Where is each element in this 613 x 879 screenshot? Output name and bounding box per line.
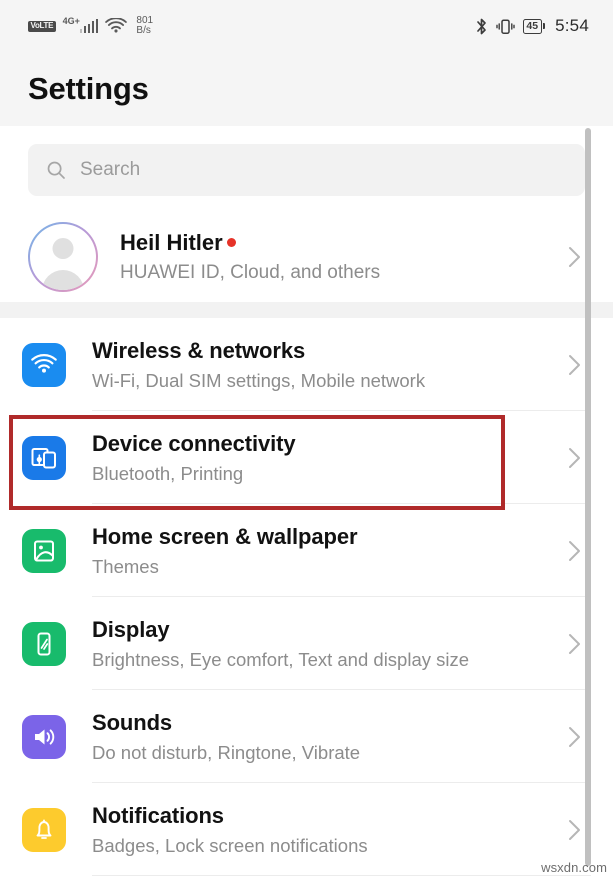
settings-row-subtitle: Badges, Lock screen notifications bbox=[92, 834, 368, 856]
avatar-body-shape bbox=[42, 270, 84, 290]
settings-list: Wireless & networks Wi-Fi, Dual SIM sett… bbox=[0, 318, 613, 876]
chevron-right-icon bbox=[567, 723, 583, 751]
status-bar-clock: 5:54 bbox=[555, 16, 589, 35]
phone-screen: VoLTE 4G+ 801 B/s 45 5:54 Settings Searc… bbox=[0, 0, 613, 879]
bluetooth-icon bbox=[475, 17, 488, 36]
settings-row-subtitle: Do not disturb, Ringtone, Vibrate bbox=[92, 741, 361, 763]
bell-icon bbox=[22, 807, 66, 852]
chevron-right-icon bbox=[567, 816, 583, 844]
network-type-label: 4G+ bbox=[62, 15, 80, 26]
status-bar-right: 45 5:54 bbox=[475, 16, 589, 36]
battery-percent-label: 45 bbox=[522, 18, 542, 34]
image-icon bbox=[22, 528, 66, 573]
settings-row-title: Home screen & wallpaper bbox=[92, 523, 358, 549]
chevron-right-icon bbox=[567, 351, 583, 379]
status-bar: VoLTE 4G+ 801 B/s 45 5:54 bbox=[0, 0, 613, 52]
settings-row-text: Sounds Do not disturb, Ringtone, Vibrate bbox=[92, 708, 557, 766]
settings-row-device-connectivity[interactable]: Device connectivity Bluetooth, Printing bbox=[0, 411, 613, 504]
page-title: Settings bbox=[28, 71, 149, 106]
display-icon bbox=[22, 621, 66, 666]
account-subtitle: HUAWEI ID, Cloud, and others bbox=[120, 261, 381, 283]
vibrate-icon bbox=[496, 17, 515, 36]
settings-row-notifications[interactable]: Notifications Badges, Lock screen notifi… bbox=[0, 783, 613, 876]
wifi-icon bbox=[22, 342, 66, 387]
settings-row-title: Wireless & networks bbox=[92, 337, 306, 363]
settings-row-text: Notifications Badges, Lock screen notifi… bbox=[92, 801, 557, 859]
device-connectivity-icon bbox=[22, 435, 66, 480]
account-name-wrap: Heil Hitler bbox=[120, 228, 557, 258]
settings-row-text: Home screen & wallpaper Themes bbox=[92, 522, 557, 580]
settings-row-sounds[interactable]: Sounds Do not disturb, Ringtone, Vibrate bbox=[0, 690, 613, 783]
volte-icon: VoLTE bbox=[28, 20, 56, 32]
account-text: Heil Hitler HUAWEI ID, Cloud, and others bbox=[120, 228, 557, 287]
app-header: Settings bbox=[0, 52, 613, 126]
chevron-right-icon bbox=[567, 444, 583, 472]
settings-row-subtitle: Wi-Fi, Dual SIM settings, Mobile network bbox=[92, 369, 426, 391]
scrollbar-thumb[interactable] bbox=[585, 128, 591, 866]
battery-icon: 45 bbox=[522, 18, 546, 34]
settings-row-title: Sounds bbox=[92, 709, 173, 735]
speaker-icon bbox=[22, 714, 66, 759]
data-speed-unit: B/s bbox=[136, 25, 151, 36]
settings-row-text: Display Brightness, Eye comfort, Text an… bbox=[92, 615, 557, 673]
settings-row-text: Wireless & networks Wi-Fi, Dual SIM sett… bbox=[92, 336, 557, 394]
settings-row-title: Display bbox=[92, 616, 170, 642]
settings-row-subtitle: Themes bbox=[92, 555, 159, 577]
status-bar-left: VoLTE 4G+ 801 B/s bbox=[28, 16, 153, 36]
settings-row-subtitle: Brightness, Eye comfort, Text and displa… bbox=[92, 648, 470, 670]
account-row[interactable]: Heil Hitler HUAWEI ID, Cloud, and others bbox=[0, 212, 613, 302]
search-input[interactable]: Search bbox=[80, 159, 140, 181]
chevron-right-icon bbox=[567, 243, 583, 271]
search-bar[interactable]: Search bbox=[28, 144, 585, 196]
chevron-right-icon bbox=[567, 537, 583, 565]
data-speed-indicator: 801 B/s bbox=[136, 16, 153, 36]
row-divider bbox=[92, 875, 591, 876]
settings-row-wireless-networks[interactable]: Wireless & networks Wi-Fi, Dual SIM sett… bbox=[0, 318, 613, 411]
account-name: Heil Hitler bbox=[120, 229, 223, 255]
chevron-right-icon bbox=[567, 630, 583, 658]
watermark: wsxdn.com bbox=[541, 860, 607, 875]
wifi-icon bbox=[105, 17, 128, 35]
search-container: Search bbox=[0, 126, 613, 212]
settings-row-home-screen-wallpaper[interactable]: Home screen & wallpaper Themes bbox=[0, 504, 613, 597]
cellular-signal-icon: 4G+ bbox=[62, 15, 99, 33]
scrollbar[interactable] bbox=[585, 126, 591, 879]
avatar-placeholder-icon bbox=[52, 238, 74, 259]
notification-dot-badge bbox=[226, 238, 236, 247]
settings-row-display[interactable]: Display Brightness, Eye comfort, Text an… bbox=[0, 597, 613, 690]
settings-row-title: Notifications bbox=[92, 802, 224, 828]
search-icon bbox=[46, 160, 66, 180]
settings-row-subtitle: Bluetooth, Printing bbox=[92, 462, 244, 484]
settings-row-title: Device connectivity bbox=[92, 430, 296, 456]
section-divider-band bbox=[0, 302, 613, 318]
settings-row-text: Device connectivity Bluetooth, Printing bbox=[92, 429, 557, 487]
avatar[interactable] bbox=[28, 222, 98, 292]
settings-scroll-area[interactable]: Search Heil Hitler HUAWEI ID, Cloud, and… bbox=[0, 126, 613, 879]
signal-bars-icon bbox=[79, 18, 99, 33]
